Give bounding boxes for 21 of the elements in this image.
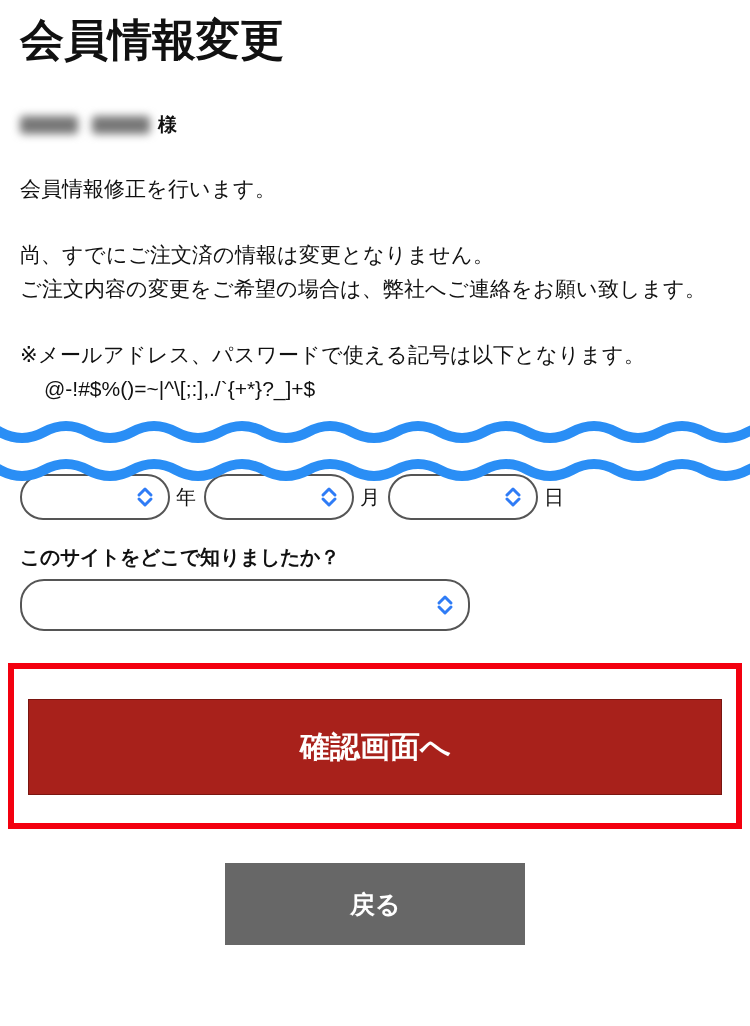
select-arrows-icon [504,485,522,509]
date-unit-label: 日 [544,484,564,510]
body-text: ※メールアドレス、パスワードで使える記号は以下となります。 [20,342,645,368]
select-arrows-icon [436,593,454,617]
dropdown-field[interactable] [20,579,470,631]
dropdown-field[interactable] [20,474,170,520]
date-unit-label: 月 [360,484,380,510]
body-text: ご注文内容の変更をご希望の場合は、弊社へご連絡をお願い致します。 [20,276,706,302]
body-text: 会員情報修正を行います。 [20,176,276,202]
survey-label: このサイトをどこで知りましたか？ [20,545,340,570]
dropdown-field[interactable] [388,474,538,520]
back-button[interactable]: 戻る [225,863,525,945]
select-arrows-icon [136,485,154,509]
page-title: 会員情報変更 [20,13,284,67]
dropdown-field[interactable] [204,474,354,520]
select-arrows-icon [320,485,338,509]
honorific-text: 様 [158,113,177,137]
confirm-button[interactable]: 確認画面へ [28,699,722,795]
allowed-symbols-text: @-!#$%()=~|^\[;:],./`{+*}?_]+$ [43,376,316,403]
date-unit-label: 年 [176,484,196,510]
body-text: 尚、すでにご注文済の情報は変更となりません。 [20,242,494,268]
